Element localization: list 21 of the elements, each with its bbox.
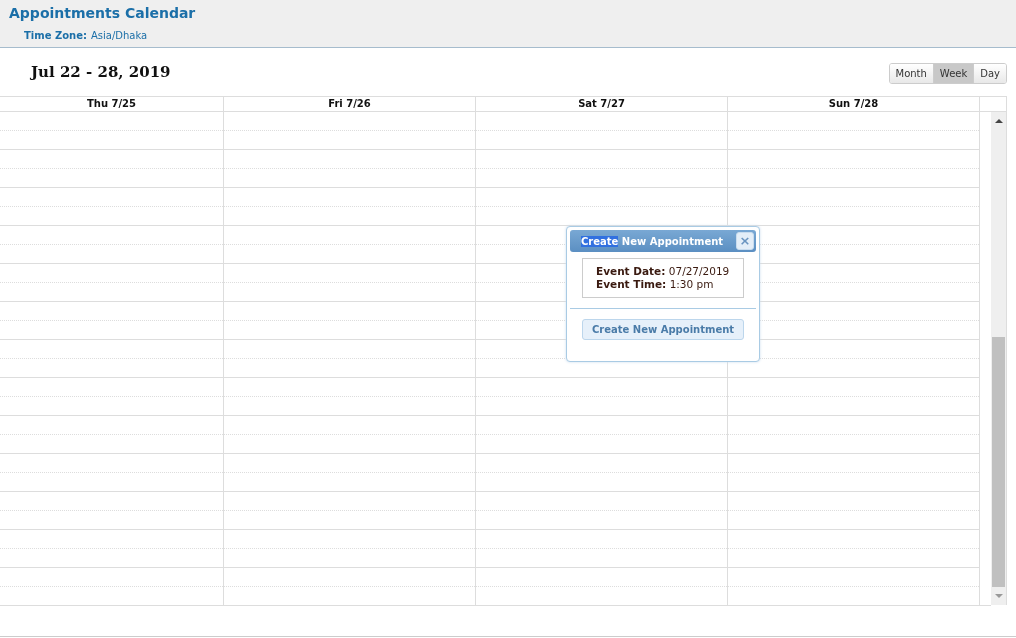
event-detail: Event Date: 07/27/2019 (596, 265, 731, 278)
scroll-down-icon[interactable] (993, 591, 1004, 601)
day-column-header: Thu 7/25 (0, 97, 224, 111)
day-column-header: Fri 7/26 (224, 97, 476, 111)
day-column[interactable] (224, 112, 476, 605)
create-appointment-button[interactable]: Create New Appointment (582, 319, 745, 340)
view-button[interactable]: Week (932, 63, 974, 83)
scrollbar-thumb[interactable] (992, 337, 1005, 587)
scroll-up-icon[interactable] (993, 116, 1004, 126)
day-column-header: Sun 7/28 (728, 97, 980, 111)
view-button[interactable]: Month (889, 63, 933, 83)
app-title: Appointments Calendar (9, 5, 196, 21)
time-zone-label: Time Zone: (24, 30, 87, 41)
day-column[interactable] (0, 112, 224, 605)
time-zone-value: Asia/Dhaka (90, 30, 148, 41)
view-button[interactable]: Day (973, 63, 1006, 83)
dialog-title: Create New Appointment (581, 235, 724, 247)
day-column-header: Sat 7/27 (476, 97, 728, 111)
date-range-title: Jul 22 - 28, 2019 (31, 63, 171, 81)
scrollbar[interactable] (991, 112, 1007, 605)
event-detail: Event Time: 1:30 pm (596, 278, 715, 291)
